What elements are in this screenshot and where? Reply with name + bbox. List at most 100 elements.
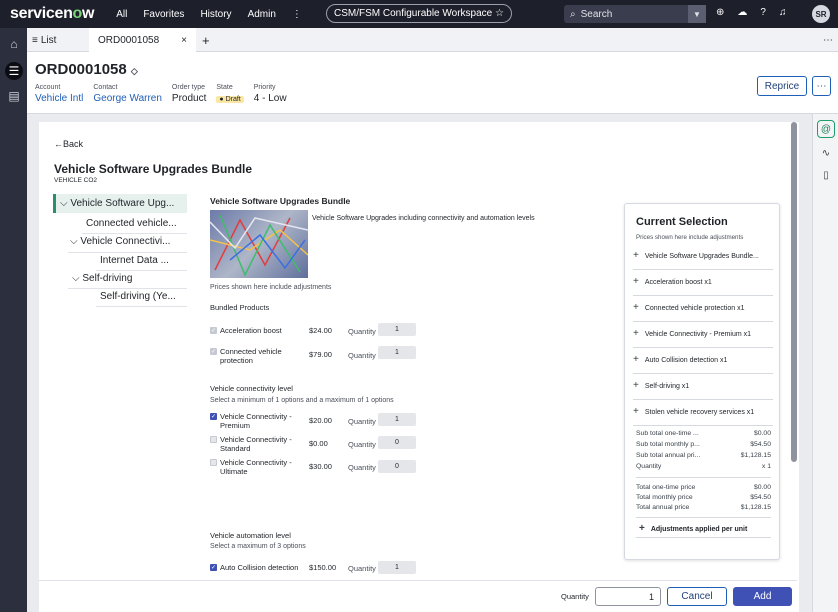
quantity-label: Quantity: [348, 327, 376, 336]
cancel-button[interactable]: Cancel: [667, 587, 727, 606]
vertical-scrollbar[interactable]: [791, 122, 797, 462]
tab-list[interactable]: ≡ List: [32, 28, 56, 52]
selection-item[interactable]: + Stolen vehicle recovery services x1: [633, 406, 773, 426]
quantity-input[interactable]: 1: [595, 587, 661, 606]
activity-icon[interactable]: ∿: [817, 144, 835, 162]
automation-title: Vehicle automation level: [210, 531, 291, 540]
current-selection-title: Current Selection: [636, 216, 728, 228]
servicenow-logo[interactable]: servicenow: [10, 5, 94, 23]
adjustments-toggle[interactable]: + Adjustments applied per unit: [639, 523, 747, 534]
quantity-field[interactable]: 1: [378, 346, 416, 359]
plus-icon[interactable]: +: [633, 406, 639, 417]
total-row: Total annual price $1,128.15: [636, 504, 771, 511]
globe-icon[interactable]: ⊕: [716, 7, 724, 18]
workspace-selector[interactable]: CSM/FSM Configurable Workspace ☆: [326, 4, 512, 23]
add-button[interactable]: Add: [733, 587, 792, 606]
global-search[interactable]: ⌕ Search ▼: [564, 5, 706, 23]
option-checkbox[interactable]: ✓: [210, 413, 217, 420]
subtotal-row: Sub total monthly p... $54.50: [636, 441, 771, 448]
status-badge: ● Draft: [216, 96, 244, 103]
plus-icon[interactable]: +: [633, 354, 639, 365]
search-icon: ⌕: [570, 8, 576, 20]
quantity-label: Quantity: [348, 463, 376, 472]
search-input[interactable]: Search: [581, 9, 613, 20]
selection-item[interactable]: + Connected vehicle protection x1: [633, 302, 773, 322]
close-tab-icon[interactable]: ×: [181, 35, 187, 46]
search-scope-dropdown-icon[interactable]: ▼: [688, 5, 706, 23]
list-icon: ≡: [32, 34, 38, 46]
selection-item[interactable]: + Vehicle Software Upgrades Bundle...: [633, 250, 773, 270]
quantity-field[interactable]: 0: [378, 460, 416, 473]
plus-icon[interactable]: +: [633, 276, 639, 287]
bundle-image: [210, 210, 308, 278]
quantity-field[interactable]: 0: [378, 436, 416, 449]
quantity-label: Quantity: [348, 440, 376, 449]
account-link[interactable]: Vehicle Intl: [35, 93, 83, 104]
plus-icon[interactable]: +: [639, 523, 645, 534]
tree-item-self-driving[interactable]: ⌵ Self-driving: [72, 273, 132, 284]
chevron-down-icon[interactable]: ⌵: [70, 236, 78, 247]
reprice-button[interactable]: Reprice: [757, 76, 807, 96]
chat-icon[interactable]: ☁: [737, 7, 747, 18]
list-icon[interactable]: ☰: [5, 62, 23, 80]
nav-admin[interactable]: Admin: [248, 9, 276, 20]
add-tab-icon[interactable]: +: [202, 28, 210, 52]
tree-item-connected-vehicle[interactable]: Connected vehicle...: [86, 218, 177, 229]
selection-item[interactable]: + Auto Collision detection x1: [633, 354, 773, 374]
option-checkbox[interactable]: [210, 436, 217, 443]
bundled-products-label: Bundled Products: [210, 303, 270, 312]
bundled-item-price: $79.00: [309, 350, 332, 359]
tab-overflow-icon[interactable]: ⋯: [823, 28, 833, 52]
subtotal-row: Sub total one-time ... $0.00: [636, 430, 771, 437]
tree-item-internet-data[interactable]: Internet Data ...: [100, 255, 169, 266]
inbox-icon[interactable]: ▤: [5, 87, 23, 105]
more-actions-button[interactable]: ⋯: [812, 76, 831, 96]
bundled-check-icon: ✓: [210, 348, 217, 355]
star-icon[interactable]: ☆: [495, 8, 504, 19]
option-price: $150.00: [309, 563, 337, 572]
tab-record[interactable]: ORD0001058 ×: [89, 28, 196, 52]
footer-bar: Quantity 1 Cancel Add: [39, 580, 797, 612]
option-name: Vehicle Connectivity - Premium: [220, 412, 292, 430]
nav-history[interactable]: History: [200, 9, 231, 20]
bundled-check-icon: ✓: [210, 327, 217, 334]
plus-icon[interactable]: +: [633, 328, 639, 339]
help-icon[interactable]: ?: [760, 7, 766, 18]
plus-icon[interactable]: +: [633, 380, 639, 391]
plus-icon[interactable]: +: [633, 302, 639, 313]
option-name: Vehicle Connectivity - Standard: [220, 435, 292, 453]
top-navigation-bar: servicenow All Favorites History Admin ⋮…: [0, 0, 838, 28]
home-icon[interactable]: ⌂: [5, 35, 23, 53]
chevron-down-icon[interactable]: ⌵: [72, 273, 80, 284]
option-checkbox[interactable]: ✓: [210, 564, 217, 571]
selection-item[interactable]: + Acceleration boost x1: [633, 276, 773, 296]
selection-item[interactable]: + Self-driving x1: [633, 380, 773, 400]
bell-icon[interactable]: ♫: [779, 7, 787, 18]
plus-icon[interactable]: +: [633, 250, 639, 261]
quantity-field[interactable]: 1: [378, 413, 416, 426]
chevron-down-icon[interactable]: ⌵: [60, 198, 68, 209]
nav-favorites[interactable]: Favorites: [143, 9, 184, 20]
arrow-left-icon: ←: [54, 139, 63, 149]
tree-item-self-driving-option[interactable]: Self-driving (Ye...: [100, 291, 176, 302]
quantity-field[interactable]: 1: [378, 323, 416, 336]
contact-link[interactable]: George Warren: [93, 93, 162, 104]
selection-item[interactable]: + Vehicle Connectivity - Premium x1: [633, 328, 773, 348]
current-selection-panel: Current Selection Prices shown here incl…: [624, 203, 780, 560]
tree-item-connectivity[interactable]: ⌵ Vehicle Connectivi...: [70, 236, 170, 247]
tag-icon[interactable]: ◇: [131, 66, 138, 76]
content-area: ←Back Vehicle Software Upgrades Bundle V…: [27, 114, 812, 612]
bundle-description: Vehicle Software Upgrades including conn…: [312, 215, 535, 222]
bundle-heading: Vehicle Software Upgrades Bundle: [54, 162, 253, 176]
attachment-icon[interactable]: @: [817, 120, 835, 138]
avatar[interactable]: SR: [812, 5, 830, 23]
tab-bar: ≡ List ORD0001058 × + ⋯: [27, 28, 838, 52]
quantity-field[interactable]: 1: [378, 561, 416, 574]
nav-more-icon[interactable]: ⋮: [292, 9, 302, 20]
tree-item-bundle[interactable]: ⌵ Vehicle Software Upg...: [53, 194, 187, 213]
option-checkbox[interactable]: [210, 459, 217, 466]
back-link[interactable]: ←Back: [54, 139, 83, 149]
option-name: Vehicle Connectivity - Ultimate: [220, 458, 292, 476]
nav-all[interactable]: All: [116, 9, 127, 20]
document-icon[interactable]: ▯: [817, 166, 835, 184]
